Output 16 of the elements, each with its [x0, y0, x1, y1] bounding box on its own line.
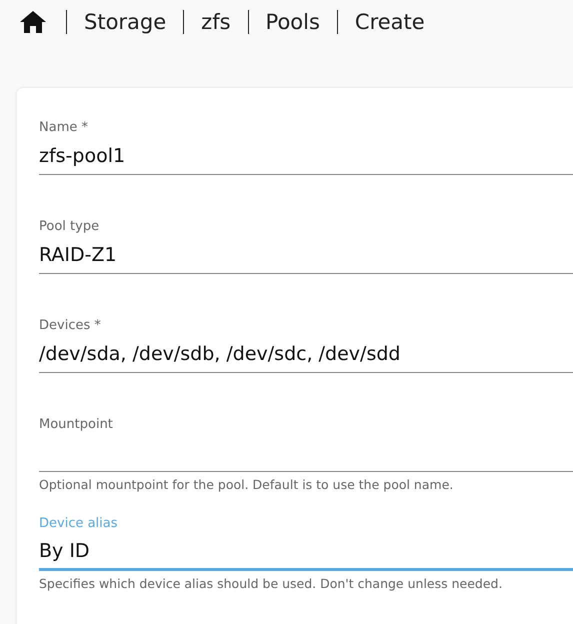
- input-field[interactable]: RAID-Z1: [39, 236, 573, 274]
- field-label: Mountpoint: [39, 416, 114, 434]
- breadcrumb-link[interactable]: Pools: [248, 10, 337, 34]
- field-label: Name *: [39, 119, 89, 137]
- input-field[interactable]: By ID: [39, 533, 573, 571]
- helper-text: Specifies which device alias should be used. Don't change unless needed.: [39, 576, 504, 591]
- field-label: Devices *: [39, 317, 102, 335]
- input-field[interactable]: zfs-pool1: [39, 137, 573, 175]
- field-label: Pool type: [39, 218, 100, 236]
- home-icon[interactable]: [20, 11, 46, 33]
- breadcrumb-link[interactable]: zfs: [184, 10, 248, 34]
- helper-text: Optional mountpoint for the pool. Default is to use the pool name.: [39, 477, 454, 492]
- field-label: Device alias: [39, 515, 119, 533]
- input-field[interactable]: /dev/sda, /dev/sdb, /dev/sdc, /dev/sdd: [39, 335, 573, 373]
- breadcrumb-link[interactable]: Create: [338, 10, 442, 34]
- breadcrumb-link[interactable]: Storage: [67, 10, 184, 34]
